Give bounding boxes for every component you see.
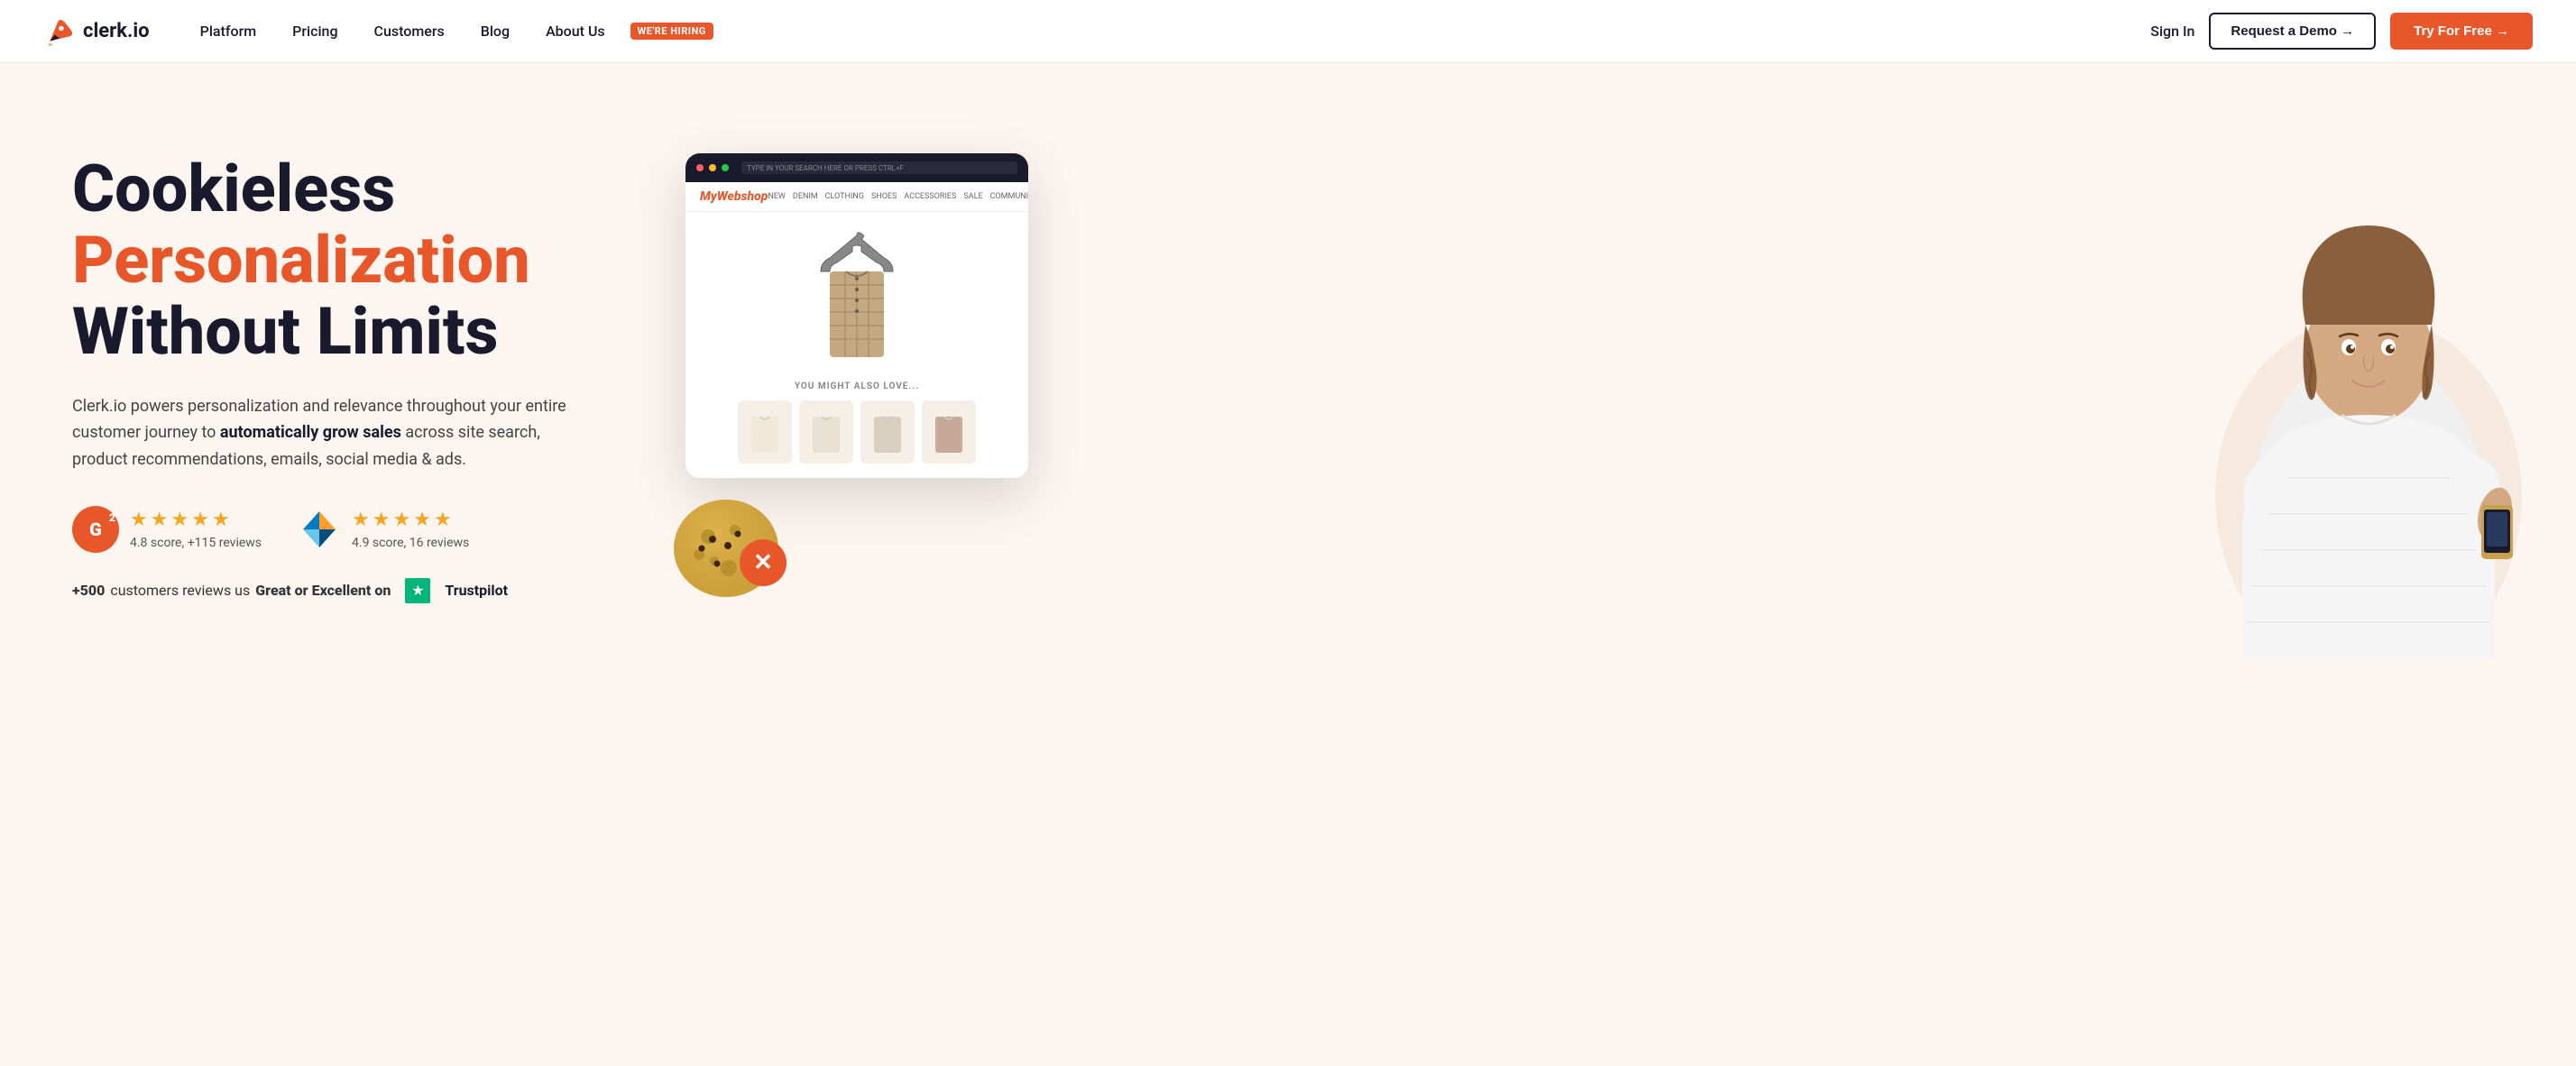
logo-link[interactable]: clerk.io	[43, 15, 150, 48]
nav-about[interactable]: About Us	[531, 15, 620, 47]
nav-customers[interactable]: Customers	[360, 15, 459, 47]
g2-stars: ★ ★ ★ ★ ★	[130, 509, 262, 531]
nav-community: COMMUNITY	[990, 192, 1028, 201]
nav-blog[interactable]: Blog	[466, 15, 524, 47]
hero-section: Cookieless Personalization Without Limit…	[0, 63, 2576, 1066]
trustpilot-text: customers reviews us	[110, 582, 250, 599]
hero-title-line1: Cookieless	[72, 153, 577, 225]
shop-card: TYPE IN YOUR SEARCH HERE OR PRESS CTRL+F…	[685, 153, 1028, 478]
trustpilot-count: +500	[72, 582, 105, 599]
mini-product-1	[738, 400, 792, 464]
nav-pricing[interactable]: Pricing	[278, 15, 352, 47]
g2-info: ★ ★ ★ ★ ★ 4.8 score, +115 reviews	[130, 509, 262, 550]
g2-superscript: 2	[109, 511, 115, 524]
signin-link[interactable]: Sign In	[2150, 23, 2194, 40]
capterra-rating: ★ ★ ★ ★ ★ 4.9 score, 16 reviews	[298, 508, 469, 551]
window-dot-green	[722, 164, 729, 171]
nav-sale: SALE	[963, 192, 982, 201]
g2-rating: G2 ★ ★ ★ ★ ★ 4.8 score, +115 reviews	[72, 506, 262, 553]
capterra-score: 4.9 score, 16 reviews	[352, 536, 469, 550]
shop-nav: MyWebshop NEW DENIM CLOTHING SHOES ACCES…	[685, 182, 1028, 212]
navigation: clerk.io Platform Pricing Customers Blog…	[0, 0, 2576, 63]
capterra-stars: ★ ★ ★ ★ ★	[352, 509, 469, 531]
capterra-icon	[298, 508, 341, 551]
nav-new: NEW	[768, 192, 786, 201]
trustpilot-logo: Trustpilot	[445, 582, 508, 599]
cancel-badge: ✕	[740, 539, 787, 586]
hero-content: Cookieless Personalization Without Limit…	[72, 135, 577, 603]
subtitle-bold: automatically grow sales	[220, 423, 401, 442]
mini-products-row	[738, 400, 976, 464]
nav-clothing: CLOTHING	[825, 192, 864, 201]
mini-product-4	[922, 400, 976, 464]
nav-denim: DENIM	[793, 192, 818, 201]
try-for-free-button[interactable]: Try For Free →	[2390, 13, 2533, 50]
person-area	[2215, 135, 2522, 658]
nav-accessories: ACCESSORIES	[904, 192, 956, 201]
hero-visual: TYPE IN YOUR SEARCH HERE OR PRESS CTRL+F…	[613, 135, 2504, 640]
hiring-badge[interactable]: WE'RE HIRING	[630, 23, 713, 40]
hero-title-line3: Without Limits	[72, 296, 577, 367]
ratings-row: G2 ★ ★ ★ ★ ★ 4.8 score, +115 reviews	[72, 506, 577, 553]
url-bar: TYPE IN YOUR SEARCH HERE OR PRESS CTRL+F	[747, 164, 904, 172]
trustpilot-row: +500 customers reviews us Great or Excel…	[72, 578, 577, 603]
g2-badge: G2	[72, 506, 119, 553]
nav-shoes: SHOES	[871, 192, 897, 201]
also-love-text: YOU MIGHT ALSO LOVE...	[795, 381, 919, 391]
capterra-info: ★ ★ ★ ★ ★ 4.9 score, 16 reviews	[352, 509, 469, 550]
request-demo-button[interactable]: Request a Demo →	[2209, 13, 2376, 50]
shop-product-area: YOU MIGHT ALSO LOVE...	[685, 212, 1028, 478]
hero-title-line2: Personalization	[72, 225, 577, 296]
nav-right: Sign In Request a Demo → Try For Free →	[2150, 13, 2533, 50]
main-product-image	[803, 226, 911, 371]
logo-icon	[43, 15, 76, 48]
shop-card-header: TYPE IN YOUR SEARCH HERE OR PRESS CTRL+F	[685, 153, 1028, 182]
shop-nav-links: NEW DENIM CLOTHING SHOES ACCESSORIES SAL…	[768, 192, 1028, 201]
hero-subtitle: Clerk.io powers personalization and rele…	[72, 393, 577, 473]
g2-score: 4.8 score, +115 reviews	[130, 536, 262, 550]
nav-platform[interactable]: Platform	[186, 15, 271, 47]
mini-product-3	[860, 400, 915, 464]
window-dot-red	[696, 164, 704, 171]
hero-title: Cookieless Personalization Without Limit…	[72, 153, 577, 368]
mini-product-2	[799, 400, 853, 464]
trustpilot-star-icon: ★	[405, 578, 430, 603]
nav-links: Platform Pricing Customers Blog About Us…	[186, 15, 2151, 47]
shop-brand: MyWebshop	[700, 189, 768, 204]
window-dot-yellow	[709, 164, 716, 171]
trustpilot-quality: Great or Excellent on	[255, 582, 391, 599]
logo-text: clerk.io	[83, 20, 150, 42]
